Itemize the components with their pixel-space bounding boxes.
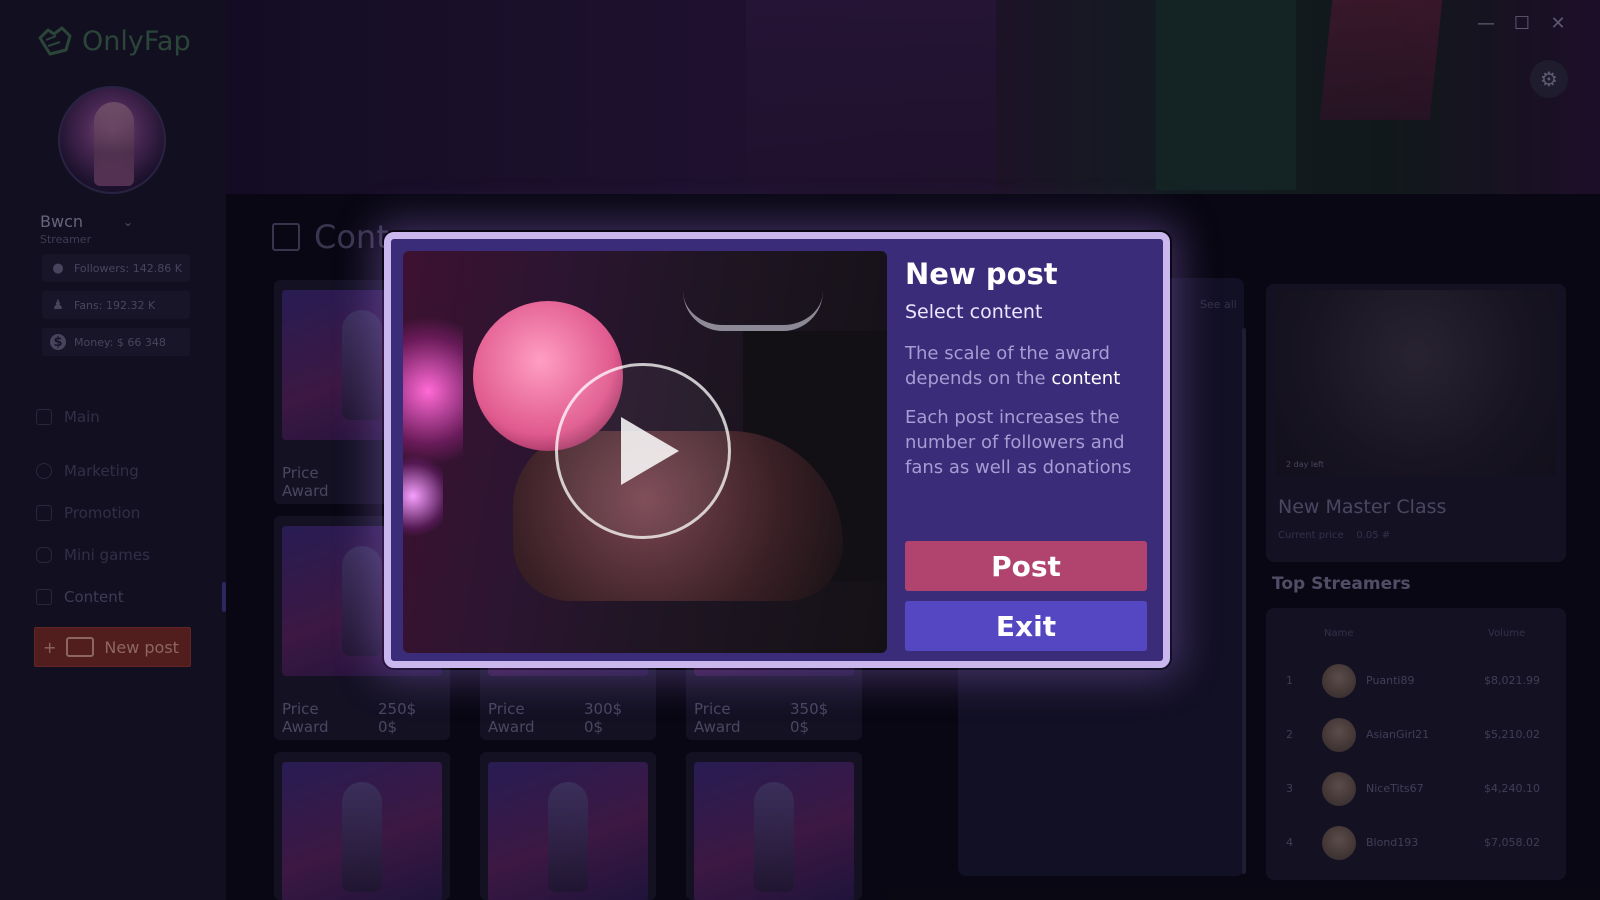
exit-button[interactable]: Exit [905, 601, 1147, 651]
post-button[interactable]: Post [905, 541, 1147, 591]
dialog-title: New post [905, 257, 1058, 291]
dialog-info-highlight: content [1051, 368, 1121, 389]
video-preview[interactable] [403, 251, 887, 653]
app-window: OnlyFap Bwcn ⌄ Streamer ● Followers: 142… [0, 0, 1600, 900]
dialog-info-award: The scale of the award depends on the co… [905, 341, 1155, 391]
dialog-info-followers: Each post increases the number of follow… [905, 407, 1132, 478]
play-icon[interactable] [555, 363, 731, 539]
dialog-subtitle: Select content [905, 301, 1043, 323]
new-post-dialog: New post Select content The scale of the… [384, 232, 1170, 668]
